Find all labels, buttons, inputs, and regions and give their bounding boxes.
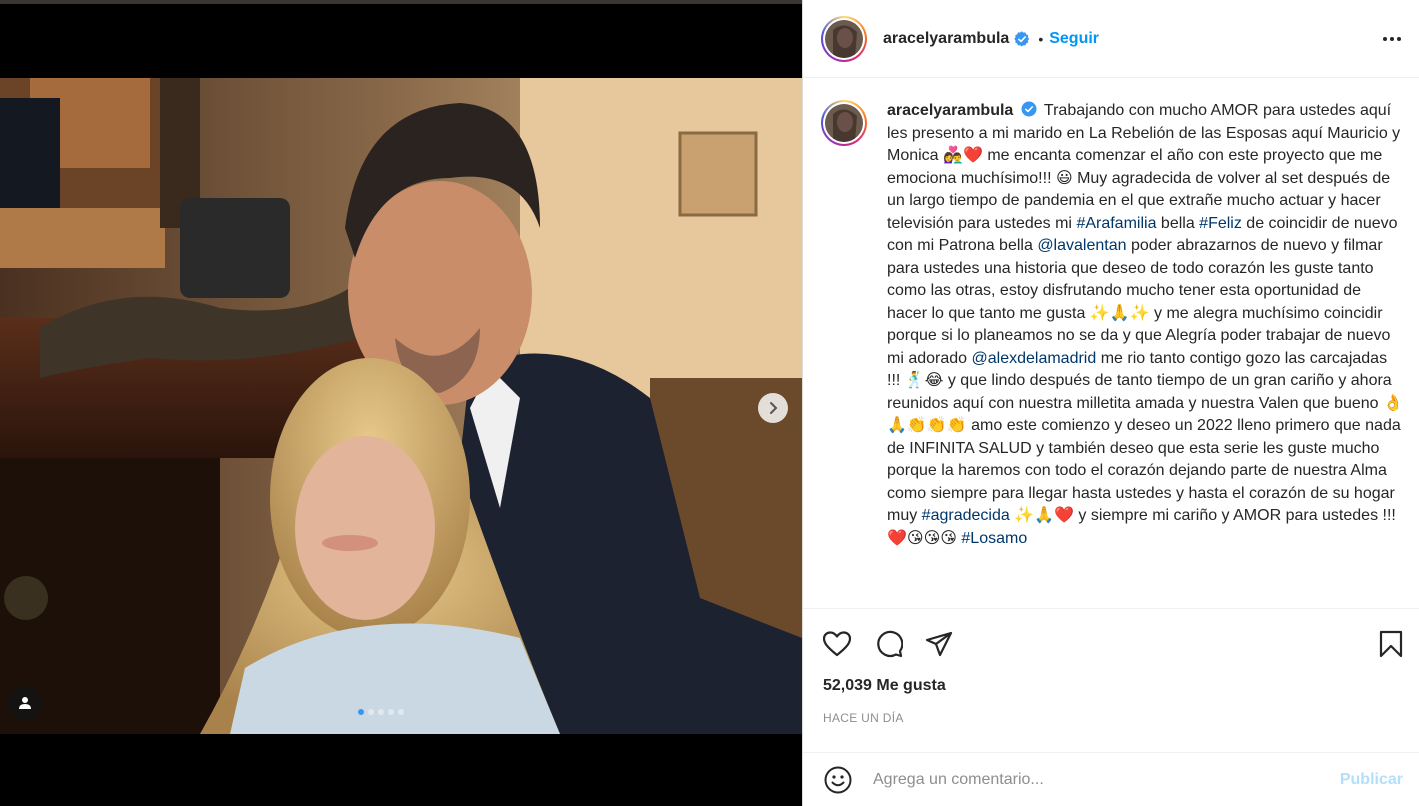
- caption-text-segment: bella: [1156, 214, 1200, 232]
- more-options-icon: [1383, 37, 1387, 41]
- comment-icon: [877, 630, 903, 658]
- carousel-dot: [368, 709, 374, 715]
- verified-badge-icon: [1014, 30, 1030, 47]
- carousel-dot: [358, 709, 364, 715]
- header-username[interactable]: aracelyarambula: [883, 30, 1009, 48]
- post-photo[interactable]: [0, 78, 802, 734]
- comment-button[interactable]: [873, 628, 905, 660]
- caption-text: aracelyarambula Trabajando con mucho AMO…: [887, 100, 1403, 550]
- bookmark-icon: [1379, 630, 1403, 658]
- caption-content: Trabajando con mucho AMOR para ustedes a…: [887, 102, 1403, 547]
- next-slide-button[interactable]: [758, 393, 788, 423]
- carousel-dot: [388, 709, 394, 715]
- carousel-dot: [398, 709, 404, 715]
- share-button[interactable]: [923, 628, 955, 660]
- publish-button[interactable]: Publicar: [1340, 771, 1403, 789]
- like-button[interactable]: [821, 628, 853, 660]
- post-media: [0, 0, 802, 806]
- avatar-photo: [825, 19, 863, 58]
- post-timestamp[interactable]: HACE UN DÍA: [823, 711, 904, 725]
- header-separator: •: [1038, 30, 1044, 47]
- action-bar: [803, 608, 1419, 674]
- caption-link[interactable]: #Losamo: [961, 530, 1027, 547]
- comment-bar: Publicar: [803, 752, 1419, 806]
- post-side-panel: aracelyarambula • Seguir aracelyarambula…: [802, 0, 1419, 806]
- media-top-strip: [0, 0, 802, 4]
- carousel-dot: [378, 709, 384, 715]
- caption-link[interactable]: @alexdelamadrid: [972, 350, 1097, 367]
- more-options-button[interactable]: [1379, 27, 1405, 51]
- carousel-dots: [358, 709, 404, 715]
- chevron-right-icon: [770, 402, 778, 414]
- caption-link[interactable]: @lavalentan: [1037, 237, 1126, 254]
- emoji-picker-button[interactable]: [823, 765, 853, 795]
- tagged-users-button[interactable]: [8, 686, 42, 720]
- caption-text-segment: me rio tanto contigo gozo las carcajadas…: [887, 349, 1403, 525]
- caption-row: aracelyarambula Trabajando con mucho AMO…: [821, 100, 1403, 550]
- heart-icon: [823, 631, 851, 657]
- post-header: aracelyarambula • Seguir: [803, 0, 1419, 78]
- selfie-photo-illustration: [0, 78, 802, 734]
- caption-link[interactable]: #agradecida: [922, 507, 1010, 524]
- caption-link[interactable]: #Feliz: [1199, 215, 1242, 232]
- likes-count[interactable]: 52,039 Me gusta: [823, 677, 946, 695]
- verified-badge-icon: [1021, 101, 1037, 117]
- emoji-icon: [824, 766, 852, 793]
- caption-text-segment: Trabajando con mucho AMOR para ustedes a…: [887, 102, 1401, 232]
- follow-button[interactable]: Seguir: [1049, 30, 1099, 48]
- share-icon: [925, 631, 953, 657]
- save-button[interactable]: [1375, 628, 1407, 660]
- caption-avatar[interactable]: [821, 100, 867, 146]
- caption-text-segment: poder abrazarnos de nuevo y filmar para …: [887, 237, 1391, 367]
- caption-link[interactable]: #Arafamilia: [1076, 215, 1156, 232]
- comment-input[interactable]: [873, 770, 1340, 789]
- tag-user-icon: [19, 697, 31, 709]
- avatar[interactable]: [821, 15, 867, 62]
- caption-username[interactable]: aracelyarambula: [887, 102, 1013, 119]
- avatar-photo: [825, 104, 863, 142]
- comments-section: aracelyarambula Trabajando con mucho AMO…: [803, 78, 1419, 608]
